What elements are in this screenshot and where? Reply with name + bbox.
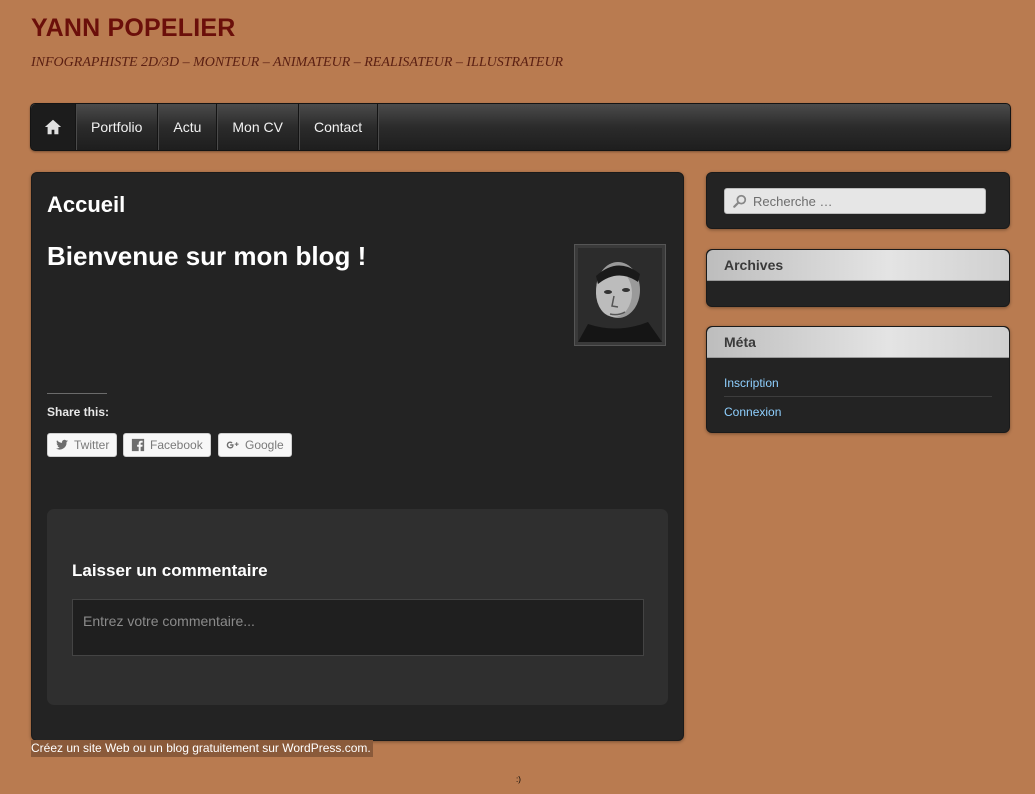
archives-title: Archives (707, 250, 1009, 281)
facebook-icon (131, 438, 145, 452)
site-description: INFOGRAPHISTE 2D/3D – MONTEUR – ANIMATEU… (31, 55, 564, 70)
menu-item-actu[interactable]: Actu (158, 104, 218, 150)
meta-link-connexion[interactable]: Connexion (724, 405, 992, 425)
site-title[interactable]: YANN POPELIER (31, 14, 236, 43)
author-photo (574, 244, 666, 346)
search-icon (733, 194, 747, 208)
share-divider (47, 393, 107, 394)
archives-widget: Archives (706, 249, 1010, 307)
comment-input[interactable] (72, 599, 644, 656)
share-twitter-label: Twitter (74, 438, 110, 452)
home-icon (44, 119, 62, 135)
page-title: Accueil (47, 192, 126, 217)
menu-item-contact[interactable]: Contact (299, 104, 379, 150)
meta-link-inscription[interactable]: Inscription (724, 376, 992, 396)
comment-section: Laisser un commentaire (47, 509, 668, 705)
search-widget (706, 172, 1010, 229)
google-plus-icon (226, 441, 239, 449)
share-twitter-button[interactable]: Twitter (47, 433, 118, 457)
comment-title: Laisser un commentaire (72, 561, 268, 580)
meta-title: Méta (707, 327, 1009, 358)
share-facebook-button[interactable]: Facebook (123, 433, 211, 457)
menu-item-mon-cv[interactable]: Mon CV (217, 104, 299, 150)
main-content: Accueil Bienvenue sur mon blog ! Share t… (31, 172, 684, 741)
menu-item-portfolio[interactable]: Portfolio (76, 104, 159, 150)
smiley: :) (516, 775, 521, 784)
footer-credit-link[interactable]: Créez un site Web ou un blog gratuitemen… (31, 740, 373, 757)
share-google-label: Google (245, 438, 284, 452)
twitter-icon (55, 439, 69, 450)
portrait-image (578, 248, 662, 342)
share-facebook-label: Facebook (150, 438, 203, 452)
main-menu: Portfolio Actu Mon CV Contact (30, 103, 1011, 151)
search-input[interactable] (751, 192, 980, 210)
search-field[interactable] (724, 188, 986, 214)
menu-home-button[interactable] (31, 104, 76, 150)
share-google-button[interactable]: Google (218, 433, 292, 457)
share-label: Share this: (47, 405, 110, 419)
meta-divider (724, 396, 992, 397)
meta-list: Inscription Connexion (707, 358, 1009, 425)
post-title[interactable]: Bienvenue sur mon blog ! (47, 241, 366, 272)
meta-widget: Méta Inscription Connexion (706, 326, 1010, 433)
